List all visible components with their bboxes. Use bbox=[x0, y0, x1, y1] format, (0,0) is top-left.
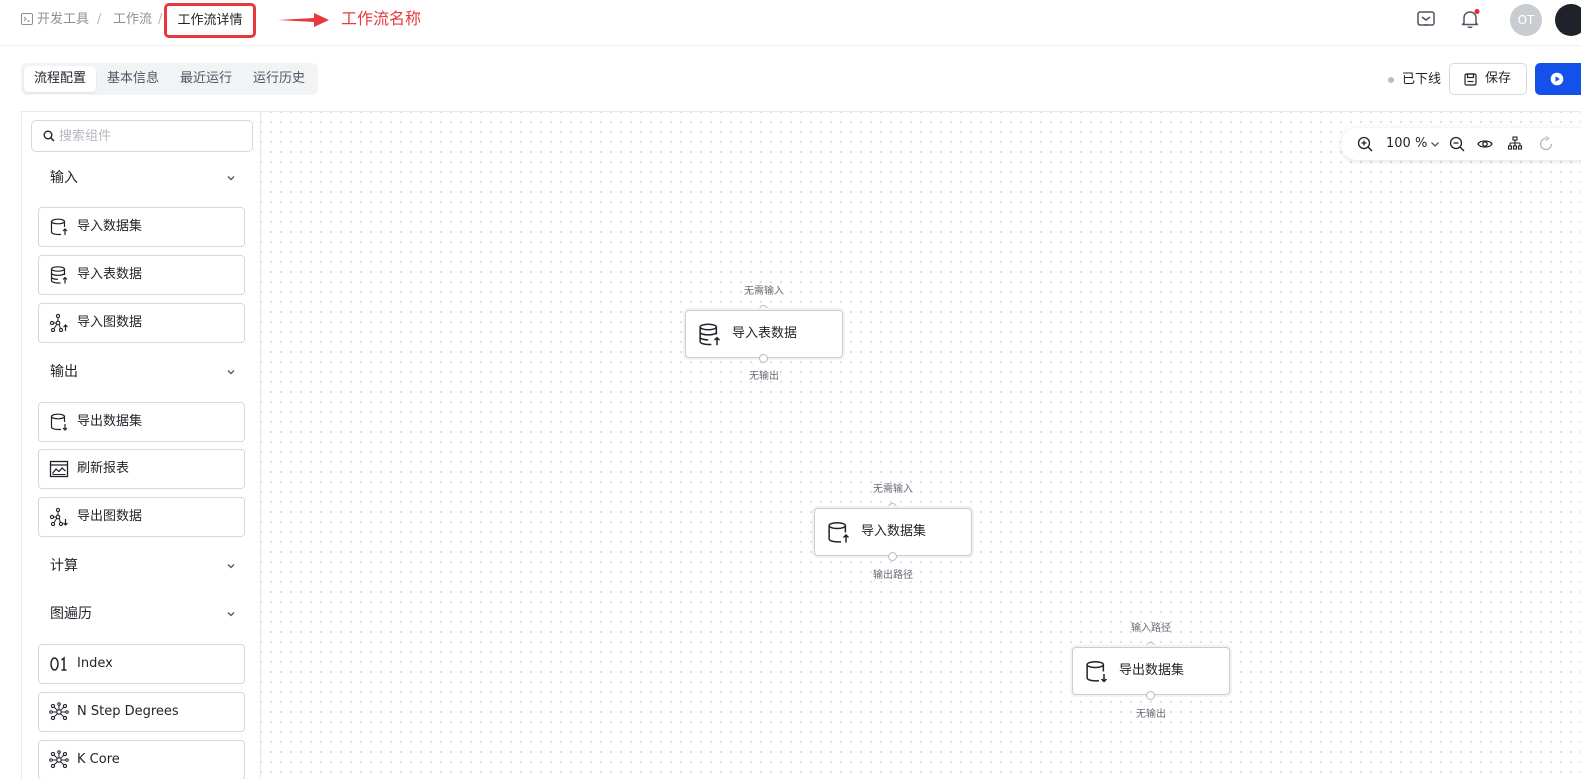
preview-eye-icon[interactable] bbox=[1477, 136, 1493, 152]
search-icon bbox=[43, 130, 55, 142]
component-search[interactable] bbox=[31, 120, 253, 152]
component-label: 导入图数据 bbox=[77, 315, 143, 330]
database-import-icon bbox=[50, 218, 68, 236]
refresh-icon[interactable] bbox=[1538, 136, 1554, 152]
chevron-down-icon[interactable] bbox=[1429, 138, 1441, 150]
component-label: 导入表数据 bbox=[77, 267, 143, 282]
message-icon[interactable] bbox=[1415, 8, 1437, 30]
secondary-avatar[interactable] bbox=[1555, 4, 1581, 36]
run-button[interactable] bbox=[1535, 63, 1581, 95]
table-import-icon bbox=[50, 266, 68, 284]
zoom-toolbar: 100 % bbox=[1341, 128, 1581, 160]
node-output-port[interactable] bbox=[888, 552, 897, 561]
component-label: 导入数据集 bbox=[77, 219, 143, 234]
console-icon bbox=[21, 13, 33, 25]
tab-basic-info[interactable]: 基本信息 bbox=[97, 66, 169, 92]
breadcrumb-workflow[interactable]: 工作流 bbox=[113, 10, 152, 30]
workflow-node-import-dataset[interactable]: 导入数据集 bbox=[814, 508, 972, 556]
breadcrumb-dev-tools[interactable]: 开发工具 bbox=[37, 10, 89, 30]
group-title: 输入 bbox=[50, 170, 78, 186]
group-title: 计算 bbox=[50, 558, 78, 574]
component-export-graph[interactable]: 导出图数据 bbox=[38, 497, 245, 537]
database-import-icon bbox=[828, 522, 850, 543]
database-export-icon bbox=[1086, 661, 1108, 683]
table-import-icon bbox=[699, 323, 721, 346]
component-import-table[interactable]: 导入表数据 bbox=[38, 255, 245, 295]
zoom-in-icon[interactable] bbox=[1357, 136, 1373, 152]
network-icon bbox=[49, 750, 69, 769]
component-k-core[interactable]: K Core bbox=[38, 740, 245, 779]
chevron-down-icon bbox=[227, 564, 235, 569]
component-label: 刷新报表 bbox=[77, 461, 130, 476]
node-input-label: 无需输入 bbox=[744, 286, 784, 297]
component-refresh-report[interactable]: 刷新报表 bbox=[38, 449, 245, 489]
workflow-canvas[interactable] bbox=[261, 111, 1581, 779]
tab-flow-config[interactable]: 流程配置 bbox=[24, 66, 96, 92]
status-dot-icon bbox=[1388, 77, 1394, 83]
graph-export-icon bbox=[49, 507, 68, 527]
component-export-dataset[interactable]: 导出数据集 bbox=[38, 402, 245, 442]
status-label: 已下线 bbox=[1402, 72, 1442, 87]
database-export-icon bbox=[50, 413, 68, 431]
node-output-port[interactable] bbox=[759, 354, 768, 363]
breadcrumb-separator: / bbox=[158, 12, 163, 27]
node-output-label: 输出路径 bbox=[873, 570, 913, 581]
breadcrumb-current: 工作流详情 bbox=[164, 3, 256, 38]
workflow-node-import-table[interactable]: 导入表数据 bbox=[685, 310, 843, 358]
top-bar: 开发工具 / 工作流 / 工作流详情 工作流名称 OT bbox=[0, 0, 1581, 46]
breadcrumb-separator: / bbox=[97, 12, 102, 27]
play-icon bbox=[1550, 72, 1564, 86]
group-compute-header[interactable]: 计算 bbox=[38, 554, 246, 578]
component-panel: 输入 导入数据集 导入表数据 导 bbox=[21, 111, 261, 779]
component-import-graph[interactable]: 导入图数据 bbox=[38, 303, 245, 343]
node-output-label: 无输出 bbox=[749, 371, 779, 382]
node-output-port[interactable] bbox=[1146, 691, 1155, 700]
component-index[interactable]: Index bbox=[38, 644, 245, 684]
annotation-arrow-icon bbox=[278, 13, 329, 27]
network-icon bbox=[49, 702, 69, 721]
save-button-label: 保存 bbox=[1485, 71, 1512, 86]
node-label: 导入表数据 bbox=[732, 326, 798, 341]
user-avatar[interactable]: OT bbox=[1510, 4, 1542, 36]
component-n-step-degrees[interactable]: N Step Degrees bbox=[38, 692, 245, 732]
save-button[interactable]: 保存 bbox=[1449, 63, 1527, 95]
workflow-tabs: 流程配置 基本信息 最近运行 运行历史 bbox=[21, 63, 318, 95]
component-import-dataset[interactable]: 导入数据集 bbox=[38, 207, 245, 247]
group-title: 图遍历 bbox=[50, 606, 92, 622]
group-title: 输出 bbox=[50, 364, 78, 380]
component-label: 导出图数据 bbox=[77, 509, 143, 524]
workflow-node-export-dataset[interactable]: 导出数据集 bbox=[1072, 647, 1230, 695]
graph-import-icon bbox=[49, 313, 68, 333]
group-output-header[interactable]: 输出 bbox=[38, 360, 246, 384]
node-label: 导入数据集 bbox=[861, 524, 927, 539]
auto-layout-icon[interactable] bbox=[1507, 136, 1523, 152]
search-input[interactable] bbox=[59, 125, 249, 147]
chevron-down-icon bbox=[227, 176, 235, 181]
node-output-label: 无输出 bbox=[1136, 709, 1166, 720]
chevron-down-icon bbox=[227, 612, 235, 617]
group-graph-traversal-header[interactable]: 图遍历 bbox=[38, 602, 246, 626]
component-label: Index bbox=[77, 656, 113, 671]
node-label: 导出数据集 bbox=[1119, 663, 1185, 678]
tab-run-history[interactable]: 运行历史 bbox=[243, 66, 315, 92]
save-icon bbox=[1464, 73, 1477, 86]
annotation-label: 工作流名称 bbox=[341, 9, 422, 28]
zoom-out-icon[interactable] bbox=[1449, 136, 1465, 152]
index-icon bbox=[50, 656, 67, 671]
node-input-label: 输入路径 bbox=[1131, 623, 1171, 634]
component-label: N Step Degrees bbox=[77, 704, 179, 719]
component-label: 导出数据集 bbox=[77, 414, 143, 429]
chevron-down-icon bbox=[227, 370, 235, 375]
zoom-level[interactable]: 100 % bbox=[1386, 134, 1427, 154]
notification-bell-icon[interactable] bbox=[1459, 8, 1481, 30]
tab-recent-runs[interactable]: 最近运行 bbox=[170, 66, 242, 92]
component-label: K Core bbox=[77, 752, 120, 767]
group-input-header[interactable]: 输入 bbox=[38, 166, 246, 190]
node-input-label: 无需输入 bbox=[873, 484, 913, 495]
report-icon bbox=[49, 460, 69, 478]
